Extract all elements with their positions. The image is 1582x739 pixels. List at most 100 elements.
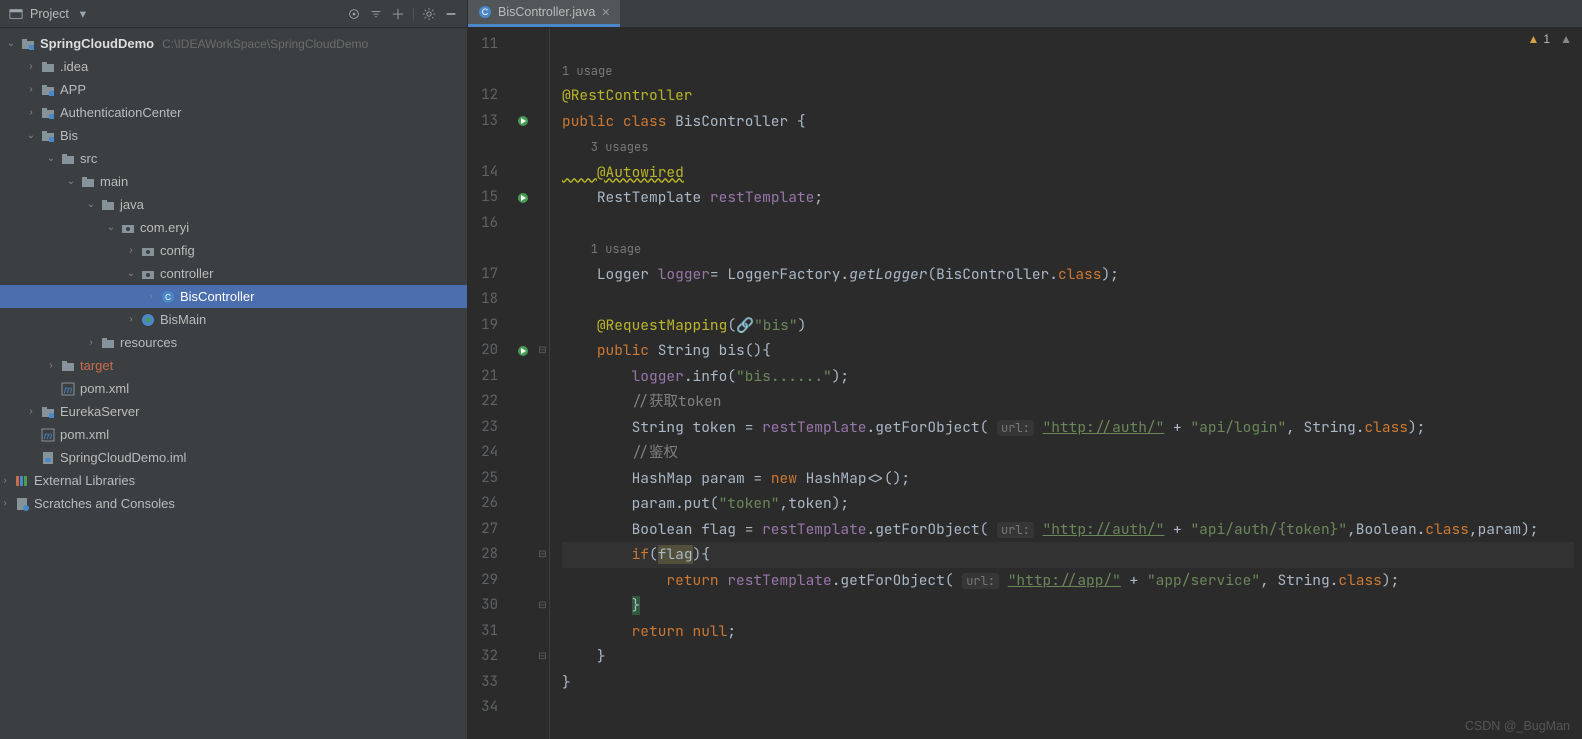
- tree-item-label: SpringCloudDemo.iml: [60, 450, 186, 465]
- svg-text:m: m: [44, 431, 52, 442]
- expand-arrow-icon[interactable]: ›: [86, 337, 96, 348]
- tree-item-external-libraries[interactable]: ›External Libraries: [0, 469, 467, 492]
- tab-biscontroller[interactable]: C BisController.java ✕: [468, 0, 620, 27]
- line-numbers-gutter: 1112131415161718192021222324252627282930…: [468, 28, 510, 739]
- code-content[interactable]: 1 usage@RestControllerpublic class BisCo…: [550, 28, 1582, 739]
- tree-item-label: APP: [60, 82, 86, 97]
- module-icon: [40, 128, 56, 144]
- tree-item-label: SpringCloudDemo: [40, 36, 154, 51]
- tree-item-label: pom.xml: [80, 381, 129, 396]
- project-view-icon[interactable]: [8, 6, 24, 22]
- tree-item-label: Scratches and Consoles: [34, 496, 175, 511]
- iml-icon: [40, 450, 56, 466]
- expand-arrow-icon[interactable]: ⌄: [26, 130, 36, 141]
- folder-excluded-icon: [60, 358, 76, 374]
- tab-label: BisController.java: [498, 5, 595, 19]
- tree-root[interactable]: ⌄SpringCloudDemoC:\IDEAWorkSpace\SpringC…: [0, 32, 467, 55]
- module-icon: [40, 404, 56, 420]
- tree-item-app[interactable]: › APP: [0, 78, 467, 101]
- tree-item-bis[interactable]: ⌄ Bis: [0, 124, 467, 147]
- tree-item-src[interactable]: ⌄ src: [0, 147, 467, 170]
- tree-item-controller[interactable]: ⌄ controller: [0, 262, 467, 285]
- expand-arrow-icon[interactable]: ›: [26, 84, 36, 95]
- tree-item-main[interactable]: ⌄ main: [0, 170, 467, 193]
- tree-item-label: BisController: [180, 289, 254, 304]
- expand-arrow-icon[interactable]: ›: [146, 291, 156, 302]
- folder-icon: [60, 151, 76, 167]
- tree-item-label: pom.xml: [60, 427, 109, 442]
- project-title[interactable]: Project: [30, 7, 69, 21]
- minimize-icon[interactable]: [443, 6, 459, 22]
- tree-item-java[interactable]: ⌄ java: [0, 193, 467, 216]
- tree-item-label: src: [80, 151, 97, 166]
- project-tree[interactable]: ⌄ SpringCloudDemo C:\IDEAWorkSpace\SpringC…: [0, 28, 467, 739]
- module-icon: [40, 82, 56, 98]
- tree-item-springclouddemo-iml[interactable]: SpringCloudDemo.iml: [0, 446, 467, 469]
- tree-item-pom-xml[interactable]: mpom.xml: [0, 377, 467, 400]
- tree-item-label: AuthenticationCenter: [60, 105, 181, 120]
- tree-item-config[interactable]: › config: [0, 239, 467, 262]
- class-run-icon: [140, 312, 156, 328]
- tree-item-target[interactable]: ›target: [0, 354, 467, 377]
- close-icon[interactable]: ✕: [601, 6, 610, 19]
- editor-area: C BisController.java ✕ ▲ 1 ▲ 11121314151…: [468, 0, 1582, 739]
- tree-root-path: C:\IDEAWorkSpace\SpringCloudDemo: [162, 37, 368, 51]
- tree-item-label: .idea: [60, 59, 88, 74]
- folder-icon: [40, 59, 56, 75]
- module-icon: [20, 36, 36, 52]
- class-icon: C: [160, 289, 176, 305]
- tree-item-biscontroller[interactable]: › C BisController: [0, 285, 467, 308]
- target-icon[interactable]: [346, 6, 362, 22]
- expand-arrow-icon[interactable]: ›: [46, 360, 56, 371]
- tree-item-label: BisMain: [160, 312, 206, 327]
- tree-item-pom-xml[interactable]: m pom.xml: [0, 423, 467, 446]
- folder-res-icon: [100, 335, 116, 351]
- svg-text:C: C: [482, 7, 489, 17]
- tree-item-label: main: [100, 174, 128, 189]
- tree-item-eurekaserver[interactable]: › EurekaServer: [0, 400, 467, 423]
- tree-item-scratches-and-consoles[interactable]: ›Scratches and Consoles: [0, 492, 467, 515]
- expand-arrow-icon[interactable]: ⌄: [126, 268, 136, 279]
- code-editor[interactable]: 1112131415161718192021222324252627282930…: [468, 28, 1582, 739]
- libs-icon: [14, 473, 30, 489]
- package-icon: [120, 220, 136, 236]
- expand-arrow-icon[interactable]: ›: [26, 107, 36, 118]
- gutter-icons: [510, 28, 536, 739]
- fold-gutter[interactable]: ⊟⊟⊟⊟: [536, 28, 550, 739]
- settings-icon[interactable]: [421, 6, 437, 22]
- tree-item-label: resources: [120, 335, 177, 350]
- tree-item-label: EurekaServer: [60, 404, 139, 419]
- tree-item-label: External Libraries: [34, 473, 135, 488]
- maven-icon: m: [40, 427, 56, 443]
- tree-item-resources[interactable]: › resources: [0, 331, 467, 354]
- expand-arrow-icon[interactable]: ›: [126, 245, 136, 256]
- expand-arrow-icon[interactable]: ⌄: [86, 199, 96, 210]
- folder-src-icon: [100, 197, 116, 213]
- tree-item-label: Bis: [60, 128, 78, 143]
- project-sidebar: Project ▾ | ⌄ SpringCloudDemo C:\IDEAWorkS…: [0, 0, 468, 739]
- dropdown-icon[interactable]: ▾: [75, 6, 91, 22]
- expand-arrow-icon[interactable]: ›: [26, 61, 36, 72]
- collapse-icon[interactable]: [368, 6, 384, 22]
- java-class-icon: C: [478, 5, 492, 19]
- expand-arrow-icon[interactable]: ›: [126, 314, 136, 325]
- tree-item-label: java: [120, 197, 144, 212]
- expand-arrow-icon[interactable]: ⌄: [46, 153, 56, 164]
- watermark: CSDN @_BugMan: [1465, 719, 1570, 733]
- tree-item-label: controller: [160, 266, 213, 281]
- expand-arrow-icon[interactable]: ⌄: [106, 222, 116, 233]
- scratches-icon: [14, 496, 30, 512]
- tree-item-authenticationcenter[interactable]: › AuthenticationCenter: [0, 101, 467, 124]
- tab-bar: C BisController.java ✕: [468, 0, 1582, 28]
- tree-item-com-eryi[interactable]: ⌄com.eryi: [0, 216, 467, 239]
- project-toolbar: Project ▾ |: [0, 0, 467, 28]
- expand-icon[interactable]: [390, 6, 406, 22]
- expand-arrow-icon[interactable]: ›: [26, 406, 36, 417]
- svg-text:C: C: [165, 293, 171, 302]
- module-icon: [40, 105, 56, 121]
- tree-item-bismain[interactable]: › BisMain: [0, 308, 467, 331]
- expand-arrow-icon[interactable]: ⌄: [66, 176, 76, 187]
- tree-item-label: config: [160, 243, 195, 258]
- package-icon: [140, 266, 156, 282]
- tree-item--idea[interactable]: › .idea: [0, 55, 467, 78]
